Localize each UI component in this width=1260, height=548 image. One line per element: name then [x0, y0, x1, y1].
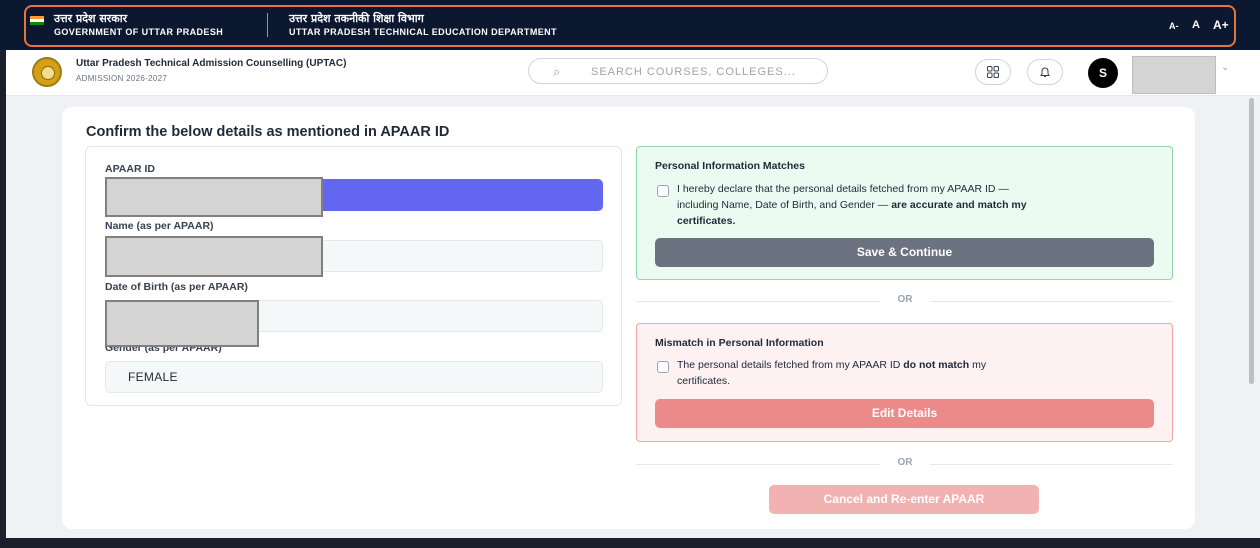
app-subtitle: ADMISSION 2026-2027: [76, 74, 168, 83]
declare-mismatch-line-1c: my: [969, 359, 987, 371]
window-bottom-edge: [0, 538, 1260, 548]
apaar-details-panel: APAAR ID Name (as per APAAR) Date of Bir…: [85, 146, 622, 406]
name-redacted: [105, 236, 323, 277]
notifications-button[interactable]: [1027, 59, 1063, 85]
chevron-down-icon[interactable]: ⌄: [1221, 62, 1229, 73]
or-label: OR: [897, 294, 913, 305]
ted-hindi: उत्तर प्रदेश तकनीकी शिक्षा विभाग: [289, 12, 424, 25]
dob-label: Date of Birth (as per APAAR): [105, 281, 248, 293]
matches-panel-title: Personal Information Matches: [655, 160, 805, 172]
government-top-bar: उत्तर प्रदेश सरकार GOVERNMENT OF UTTAR P…: [0, 0, 1260, 50]
dob-redacted: [105, 300, 259, 347]
declare-match-checkbox[interactable]: [657, 185, 669, 197]
declare-mismatch-text: The personal details fetched from my APA…: [677, 357, 986, 389]
gender-field: FEMALE: [105, 361, 603, 393]
app-title: Uttar Pradesh Technical Admission Counse…: [76, 58, 347, 69]
grid-icon: [987, 66, 999, 78]
declare-mismatch-line-1a: The personal details fetched from my APA…: [677, 359, 904, 371]
edit-details-button[interactable]: Edit Details: [655, 399, 1154, 428]
mismatch-panel-title: Mismatch in Personal Information: [655, 337, 824, 349]
declare-mismatch-checkbox[interactable]: [657, 361, 669, 373]
window-left-edge: [0, 50, 6, 540]
or-line-right: [930, 301, 1173, 302]
gov-up-hindi: उत्तर प्रदेश सरकार: [54, 12, 128, 25]
or-divider: OR: [636, 294, 1173, 308]
bell-icon: [1040, 67, 1050, 77]
or-divider: OR: [636, 457, 1173, 471]
apaar-id-redacted: [105, 177, 323, 217]
gov-divider: [267, 13, 268, 37]
card-title: Confirm the below details as mentioned i…: [86, 124, 450, 140]
scrollbar-thumb[interactable]: [1249, 98, 1254, 384]
gov-up-label: उत्तर प्रदेश सरकार GOVERNMENT OF UTTAR P…: [54, 12, 223, 39]
declare-mismatch-emphasis: do not match: [903, 359, 970, 371]
apaar-confirm-card: Confirm the below details as mentioned i…: [62, 107, 1195, 529]
mismatch-info-panel: Mismatch in Personal Information The per…: [636, 323, 1173, 442]
font-decrease-button[interactable]: A-: [1169, 21, 1179, 31]
declare-match-line-3: certificates.: [677, 215, 736, 227]
cancel-reenter-apaar-button[interactable]: Cancel and Re-enter APAAR: [769, 485, 1039, 514]
font-normal-button[interactable]: A: [1192, 19, 1200, 31]
search-icon: ⌕: [553, 64, 561, 79]
personal-info-matches-panel: Personal Information Matches I hereby de…: [636, 146, 1173, 280]
font-increase-button[interactable]: A+: [1213, 18, 1229, 32]
declare-match-text: I hereby declare that the personal detai…: [677, 181, 1027, 229]
search-placeholder: SEARCH COURSES, COLLEGES...: [591, 66, 796, 78]
or-line-left: [636, 301, 880, 302]
app-header: Uttar Pradesh Technical Admission Counse…: [6, 50, 1260, 96]
declare-match-line-2: including Name, Date of Birth, and Gende…: [677, 199, 892, 211]
or-line-left: [636, 464, 880, 465]
declare-mismatch-line-2: certificates.: [677, 375, 731, 387]
or-line-right: [930, 464, 1173, 465]
ted-label: उत्तर प्रदेश तकनीकी शिक्षा विभाग UTTAR P…: [289, 12, 557, 39]
search-input[interactable]: ⌕ SEARCH COURSES, COLLEGES...: [528, 58, 828, 84]
or-label: OR: [897, 457, 913, 468]
declare-match-line-1: I hereby declare that the personal detai…: [677, 183, 1009, 195]
apps-button[interactable]: [975, 59, 1011, 85]
apaar-id-label: APAAR ID: [105, 163, 155, 175]
gender-value: FEMALE: [128, 370, 178, 384]
india-flag-icon: [30, 16, 44, 25]
avatar[interactable]: S: [1088, 58, 1118, 88]
name-label: Name (as per APAAR): [105, 220, 214, 232]
uptac-logo[interactable]: [32, 57, 62, 87]
gov-up-english: GOVERNMENT OF UTTAR PRADESH: [54, 27, 224, 37]
save-continue-button[interactable]: Save & Continue: [655, 238, 1154, 267]
ted-english: UTTAR PRADESH TECHNICAL EDUCATION DEPART…: [289, 27, 557, 37]
username-redacted: [1132, 56, 1216, 94]
declare-match-emphasis: are accurate and match my: [891, 199, 1027, 211]
